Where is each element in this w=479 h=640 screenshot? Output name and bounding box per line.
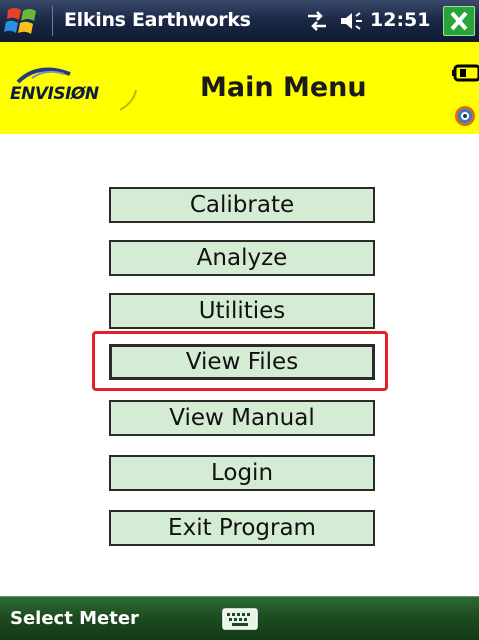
speaker-icon[interactable]	[339, 9, 365, 33]
analyze-button[interactable]: Analyze	[109, 240, 375, 276]
app-title: Elkins Earthworks	[64, 9, 251, 31]
battery-icon[interactable]	[452, 64, 479, 82]
clock-time[interactable]: 12:51	[370, 9, 430, 31]
softkey-bar: Select Meter	[0, 596, 479, 640]
calibrate-button[interactable]: Calibrate	[109, 187, 375, 223]
logo-text: ENVISIØN	[10, 84, 99, 104]
windows-start-icon[interactable]	[4, 4, 40, 38]
utilities-button[interactable]: Utilities	[109, 293, 375, 329]
view-manual-button[interactable]: View Manual	[109, 400, 375, 436]
bluetooth-icon[interactable]	[454, 105, 476, 127]
page-title: Main Menu	[200, 72, 367, 103]
view-files-button[interactable]: View Files	[109, 344, 375, 380]
login-button[interactable]: Login	[109, 455, 375, 491]
app-header: ENVISIØN Main Menu	[0, 42, 479, 134]
envision-logo: ENVISIØN	[8, 60, 148, 116]
close-button[interactable]	[443, 6, 475, 36]
keyboard-icon[interactable]	[222, 608, 258, 630]
status-bar: Elkins Earthworks 12:51	[0, 0, 479, 42]
close-x-icon	[450, 11, 468, 31]
select-meter-softkey[interactable]: Select Meter	[10, 608, 139, 629]
exit-program-button[interactable]: Exit Program	[109, 510, 375, 546]
status-separator	[52, 6, 53, 36]
connectivity-icon[interactable]	[305, 10, 329, 32]
